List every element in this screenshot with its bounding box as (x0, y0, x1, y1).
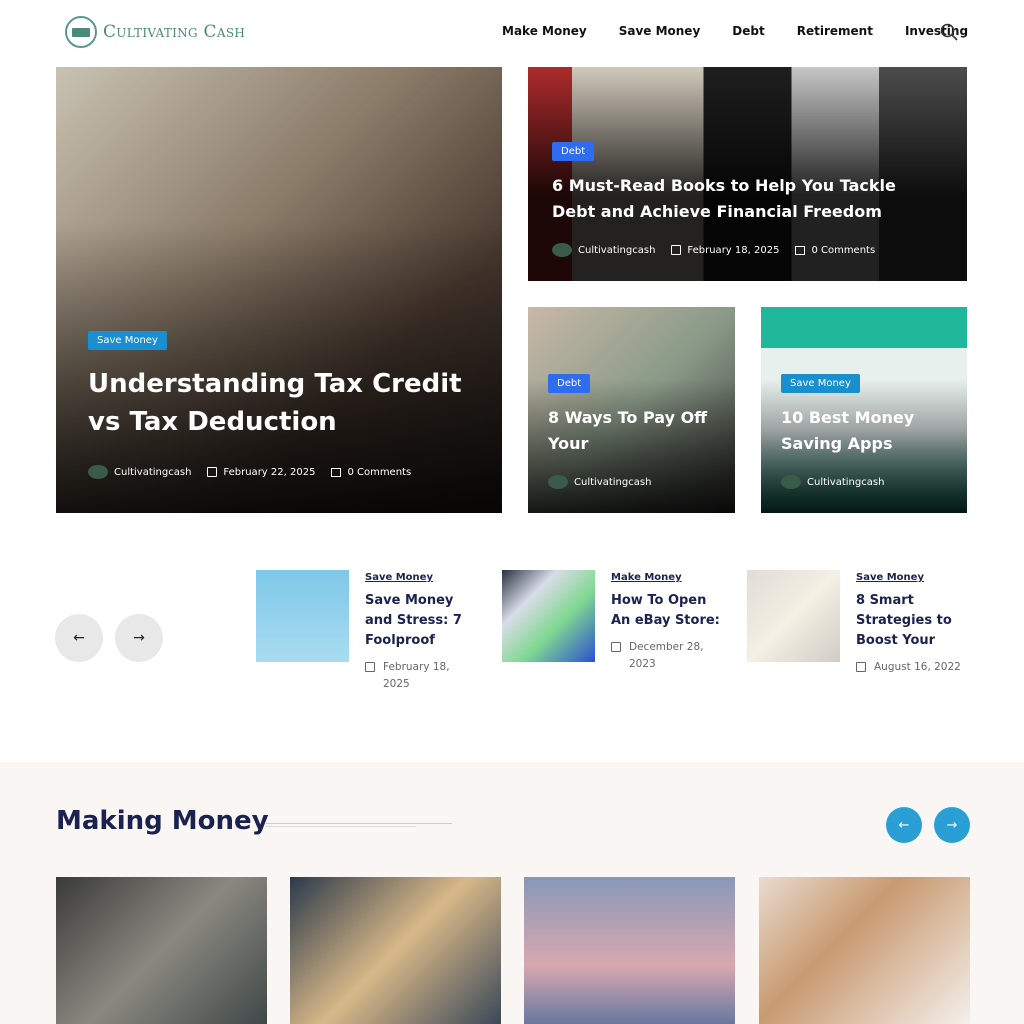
post-title[interactable]: 10 Best Money Saving Apps (781, 405, 951, 457)
post-thumbnail[interactable] (256, 570, 349, 662)
comments-count[interactable]: 0 Comments (347, 467, 411, 478)
calendar-icon (671, 245, 682, 255)
author-avatar (781, 475, 801, 489)
post-thumbnail[interactable] (759, 877, 970, 1024)
nav-debt[interactable]: Debt (732, 24, 764, 38)
post-category[interactable]: Save Money (856, 572, 976, 583)
post-thumbnail[interactable] (747, 570, 840, 662)
featured-post-card[interactable]: Debt 6 Must-Read Books to Help You Tackl… (528, 67, 967, 281)
comment-icon (331, 467, 342, 477)
author-avatar (88, 465, 108, 479)
author-avatar (548, 475, 568, 489)
making-money-section: Making Money ← → (0, 762, 1024, 1024)
category-badge[interactable]: Save Money (781, 374, 860, 393)
post-thumbnail[interactable] (56, 877, 267, 1024)
post-date: August 16, 2022 (874, 661, 961, 673)
category-badge[interactable]: Debt (548, 374, 591, 393)
site-logo[interactable]: Cultivating Cash (65, 16, 245, 48)
logo-text: Cultivating Cash (103, 22, 246, 42)
title-divider (266, 826, 416, 827)
small-post-card[interactable]: Debt 8 Ways To Pay Off Your Cultivatingc… (528, 307, 735, 513)
post-title[interactable]: 8 Ways To Pay Off Your (548, 405, 718, 457)
post-date: December 28, 2023 (629, 641, 704, 670)
post-title[interactable]: How To Open An eBay Store: (611, 591, 723, 631)
post-title[interactable]: Save Money and Stress: 7 Foolproof (365, 591, 477, 651)
arrow-right-icon[interactable]: → (115, 614, 163, 662)
category-badge[interactable]: Save Money (88, 331, 167, 350)
search-icon[interactable] (940, 23, 958, 41)
post-date: February 18, 2025 (383, 661, 450, 690)
nav-retirement[interactable]: Retirement (797, 24, 873, 38)
post-title[interactable]: 8 Smart Strategies to Boost Your (856, 591, 968, 651)
post-title[interactable]: Understanding Tax Credit vs Tax Deductio… (88, 365, 488, 441)
hero-post-card[interactable]: Save Money Understanding Tax Credit vs T… (56, 67, 502, 513)
category-badge[interactable]: Debt (552, 142, 595, 161)
post-category[interactable]: Make Money (611, 572, 723, 583)
slider-post[interactable]: Save Money 8 Smart Strategies to Boost Y… (747, 570, 976, 676)
main-nav: Make Money Save Money Debt Retirement In… (502, 24, 968, 38)
slider-post[interactable]: Save Money Save Money and Stress: 7 Fool… (256, 570, 477, 693)
calendar-icon (611, 642, 621, 652)
post-thumbnail[interactable] (290, 877, 501, 1024)
post-date: February 22, 2025 (223, 466, 316, 478)
author-avatar (552, 243, 572, 257)
arrow-left-icon[interactable]: ← (55, 614, 103, 662)
small-post-card[interactable]: Save Money 10 Best Money Saving Apps Cul… (761, 307, 967, 513)
post-category[interactable]: Save Money (365, 572, 477, 583)
slider-post[interactable]: Make Money How To Open An eBay Store: De… (502, 570, 723, 673)
calendar-icon (365, 662, 375, 672)
comment-icon (795, 245, 806, 255)
author-name[interactable]: Cultivatingcash (807, 477, 884, 488)
post-date: February 18, 2025 (687, 244, 780, 256)
nav-save-money[interactable]: Save Money (619, 24, 701, 38)
comments-count[interactable]: 0 Comments (811, 245, 875, 256)
author-name[interactable]: Cultivatingcash (578, 245, 655, 256)
arrow-left-icon[interactable]: ← (886, 807, 922, 843)
post-title[interactable]: 6 Must-Read Books to Help You Tackle Deb… (552, 173, 932, 225)
logo-icon (65, 16, 97, 48)
nav-investing[interactable]: Investing (905, 24, 968, 38)
arrow-right-icon[interactable]: → (934, 807, 970, 843)
post-thumbnail[interactable] (502, 570, 595, 662)
site-header: Cultivating Cash Make Money Save Money D… (0, 0, 1024, 65)
calendar-icon (856, 662, 866, 672)
post-thumbnail[interactable] (524, 877, 735, 1024)
nav-make-money[interactable]: Make Money (502, 24, 587, 38)
author-name[interactable]: Cultivatingcash (114, 467, 191, 478)
title-divider (266, 823, 452, 824)
author-name[interactable]: Cultivatingcash (574, 477, 651, 488)
section-title: Making Money (56, 806, 269, 836)
calendar-icon (207, 467, 218, 477)
